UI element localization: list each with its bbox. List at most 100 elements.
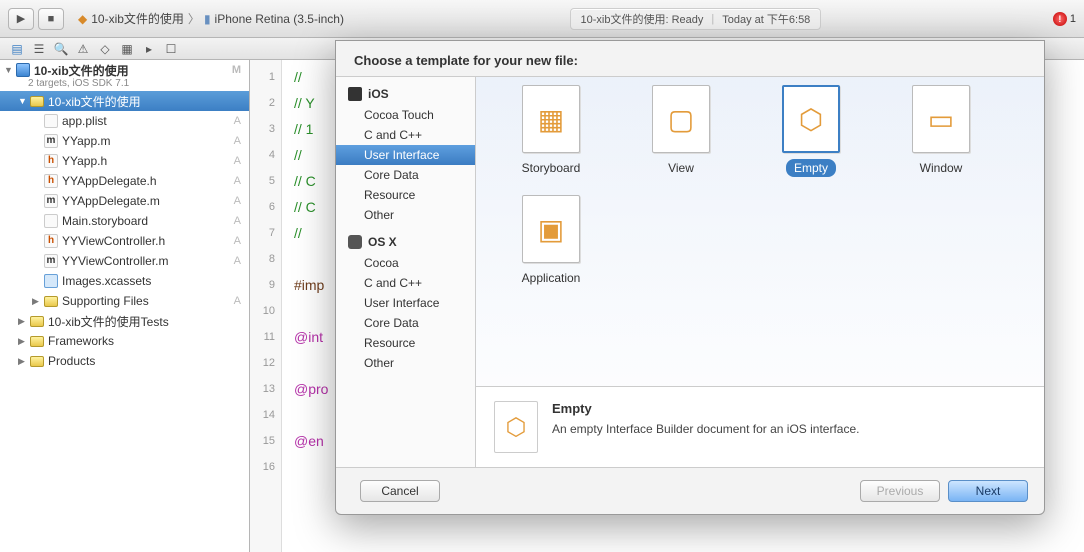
- template-item[interactable]: ▣Application: [486, 191, 616, 301]
- status-left: 10-xib文件的使用: Ready: [581, 11, 704, 27]
- template-icon: ⬡: [782, 85, 840, 153]
- file-name: YYAppDelegate.h: [62, 174, 157, 188]
- sheet-footer: Cancel Previous Next: [336, 468, 1044, 514]
- category-item[interactable]: Cocoa: [336, 253, 475, 273]
- cancel-button[interactable]: Cancel: [360, 480, 440, 502]
- category-item[interactable]: C and C++: [336, 273, 475, 293]
- category-item[interactable]: Cocoa Touch: [336, 105, 475, 125]
- debug-navigator-icon[interactable]: ▦: [116, 42, 138, 56]
- file-name: YYViewController.m: [62, 254, 169, 268]
- disclosure-triangle-icon[interactable]: ▶: [18, 356, 30, 367]
- group-name: 10-xib文件的使用Tests: [48, 313, 169, 330]
- category-item[interactable]: Core Data: [336, 165, 475, 185]
- template-label: Storyboard: [514, 159, 589, 177]
- error-icon: !: [1053, 12, 1067, 26]
- report-navigator-icon[interactable]: ☐: [160, 42, 182, 56]
- group-row[interactable]: ▶Products: [0, 351, 249, 371]
- disclosure-triangle-icon[interactable]: ▼: [4, 65, 16, 75]
- project-name: 10-xib文件的使用: [34, 62, 129, 79]
- group-row[interactable]: ▶Supporting FilesA: [0, 291, 249, 311]
- template-desc-icon: ⬡: [494, 401, 538, 453]
- template-label: View: [660, 159, 702, 177]
- breakpoint-navigator-icon[interactable]: ▸: [138, 42, 160, 56]
- file-name: app.plist: [62, 114, 107, 128]
- category-item[interactable]: Core Data: [336, 313, 475, 333]
- template-label: Empty: [786, 159, 836, 177]
- scm-status: A: [234, 115, 241, 127]
- category-item[interactable]: Resource: [336, 185, 475, 205]
- project-navigator-icon[interactable]: ▤: [6, 42, 28, 56]
- disclosure-triangle-icon[interactable]: ▶: [32, 296, 44, 307]
- template-category-list: iOS Cocoa TouchC and C++User InterfaceCo…: [336, 77, 476, 467]
- disclosure-triangle-icon[interactable]: ▶: [18, 336, 30, 347]
- file-icon: m: [44, 134, 58, 148]
- file-name: YYapp.m: [62, 134, 110, 148]
- folder-icon: [30, 356, 44, 367]
- template-icon: ▦: [522, 85, 580, 153]
- osx-icon: [348, 235, 362, 249]
- category-item[interactable]: C and C++: [336, 125, 475, 145]
- file-row[interactable]: mYYViewController.mA: [0, 251, 249, 271]
- template-item[interactable]: ⬡ Empty: [746, 81, 876, 191]
- group-row[interactable]: ▶ Frameworks: [0, 331, 249, 351]
- template-item[interactable]: ▭Window: [876, 81, 1006, 191]
- project-navigator: ▼ 10-xib文件的使用 M 2 targets, iOS SDK 7.1 ▼…: [0, 60, 250, 552]
- xcode-project-icon: [16, 63, 30, 77]
- scm-status: A: [234, 155, 241, 167]
- group-row[interactable]: ▼ 10-xib文件的使用: [0, 91, 249, 111]
- template-label: Application: [514, 269, 589, 287]
- category-item[interactable]: User Interface: [336, 145, 475, 165]
- run-button[interactable]: ▶: [8, 8, 34, 30]
- next-button[interactable]: Next: [948, 480, 1028, 502]
- scm-status: M: [232, 64, 241, 76]
- category-item[interactable]: Other: [336, 353, 475, 373]
- template-desc-title: Empty: [552, 401, 860, 416]
- file-row[interactable]: hYYapp.hA: [0, 151, 249, 171]
- template-item[interactable]: ▦ Storyboard: [486, 81, 616, 191]
- previous-button[interactable]: Previous: [860, 480, 940, 502]
- template-description: ⬡ Empty An empty Interface Builder docum…: [476, 387, 1044, 467]
- group-name: Frameworks: [48, 334, 114, 348]
- category-item[interactable]: User Interface: [336, 293, 475, 313]
- template-desc-body: An empty Interface Builder document for …: [552, 422, 860, 436]
- file-icon: [44, 214, 58, 228]
- file-name: YYAppDelegate.m: [62, 194, 160, 208]
- disclosure-triangle-icon[interactable]: ▶: [18, 316, 30, 327]
- file-row[interactable]: m YYAppDelegate.m A: [0, 191, 249, 211]
- ios-section-header: iOS: [336, 83, 475, 105]
- test-navigator-icon[interactable]: ◇: [94, 42, 116, 56]
- scm-status: A: [234, 295, 241, 307]
- category-item[interactable]: Other: [336, 205, 475, 225]
- issue-navigator-icon[interactable]: ⚠: [72, 42, 94, 56]
- code-area[interactable]: //// Y// 1//// C// C// #imp @int @pro @e…: [282, 60, 328, 552]
- category-item[interactable]: Resource: [336, 333, 475, 353]
- file-name: Images.xcassets: [62, 274, 151, 288]
- file-icon: [44, 274, 58, 288]
- scm-status: A: [234, 195, 241, 207]
- find-navigator-icon[interactable]: 🔍: [50, 42, 72, 56]
- file-row[interactable]: m YYapp.m A: [0, 131, 249, 151]
- template-item[interactable]: ▢View: [616, 81, 746, 191]
- issue-indicator[interactable]: ! 1: [1053, 12, 1076, 26]
- device-name: iPhone Retina (3.5-inch): [215, 12, 344, 26]
- status-bar: 10-xib文件的使用: Ready | Today at 下午6:58: [570, 8, 822, 30]
- project-root[interactable]: ▼ 10-xib文件的使用 M: [0, 60, 249, 80]
- file-icon: m: [44, 194, 58, 208]
- symbol-navigator-icon[interactable]: ☰: [28, 42, 50, 56]
- file-row[interactable]: hYYViewController.hA: [0, 231, 249, 251]
- group-name: 10-xib文件的使用: [48, 93, 141, 110]
- file-icon: h: [44, 154, 58, 168]
- app-icon: ◆: [78, 12, 87, 26]
- template-label: Window: [912, 159, 971, 177]
- file-row[interactable]: Main.storyboardA: [0, 211, 249, 231]
- file-icon: m: [44, 254, 58, 268]
- stop-button[interactable]: ■: [38, 8, 64, 30]
- chevron-right-icon: 〉: [188, 10, 200, 27]
- scm-status: A: [234, 135, 241, 147]
- file-row[interactable]: hYYAppDelegate.hA: [0, 171, 249, 191]
- group-row[interactable]: ▶ 10-xib文件的使用Tests: [0, 311, 249, 331]
- file-row[interactable]: Images.xcassets: [0, 271, 249, 291]
- disclosure-triangle-icon[interactable]: ▼: [18, 96, 30, 106]
- scheme-selector[interactable]: ◆ 10-xib文件的使用 〉 ▮ iPhone Retina (3.5-inc…: [76, 10, 346, 27]
- file-row[interactable]: app.plist A: [0, 111, 249, 131]
